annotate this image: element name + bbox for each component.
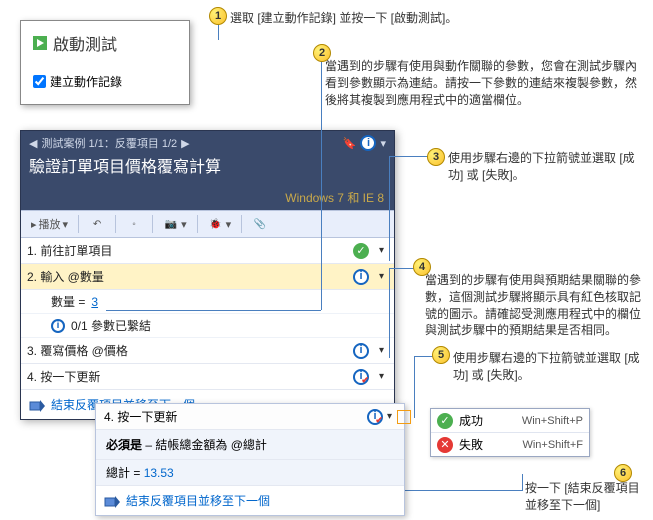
step-row-4[interactable]: 4. 按一下更新 i✔ ▾: [21, 364, 394, 390]
pass-menu-item[interactable]: ✓ 成功 Win+Shift+P: [431, 409, 589, 432]
detail-expected: 必須是 – 結帳總金額為 @總計: [96, 430, 404, 460]
expected-text: – 結帳總金額為 @總計: [142, 438, 267, 452]
dropdown-highlight: [397, 410, 411, 424]
chevron-down-icon: ▾: [226, 218, 232, 231]
reset-button[interactable]: ↶: [85, 214, 109, 234]
passfail-menu: ✓ 成功 Win+Shift+P ✕ 失敗 Win+Shift+F: [430, 408, 590, 457]
detail-title: 4. 按一下更新: [104, 408, 367, 425]
step-1-dropdown[interactable]: ▾: [375, 245, 388, 256]
detail-total-row: 總計 = 13.53: [96, 460, 404, 486]
start-test-popup: 啟動測試 建立動作記錄: [20, 20, 190, 105]
create-action-record-input[interactable]: [33, 75, 46, 88]
play-icon: ▸: [31, 218, 37, 231]
pass-shortcut: Win+Shift+P: [522, 415, 583, 427]
callout-5-badge: 5: [432, 346, 450, 364]
detail-dropdown[interactable]: ▾: [383, 411, 396, 422]
callout-3-text: 使用步驟右邊的下拉箭號並選取 [成功] 或 [失敗]。: [448, 150, 638, 184]
step-row-1[interactable]: 1. 前往訂單項目 ✓ ▾: [21, 238, 394, 264]
pause-button[interactable]: ◦: [122, 214, 146, 234]
callout-3-badge: 3: [427, 148, 445, 166]
fail-menu-item[interactable]: ✕ 失敗 Win+Shift+F: [431, 432, 589, 456]
play-label: 播放: [39, 216, 61, 232]
page-title: 驗證訂單項目價格覆寫計算: [29, 153, 386, 177]
undo-icon: ↶: [89, 216, 105, 232]
total-label: 總計 =: [106, 466, 144, 480]
create-action-record-label: 建立動作記錄: [50, 73, 122, 90]
step-row-2[interactable]: 2. 輸入 @數量 i ▾: [21, 264, 394, 290]
fail-label: 失敗: [459, 436, 483, 453]
create-action-record-checkbox[interactable]: 建立動作記錄: [33, 73, 177, 90]
param-label: 數量 =: [51, 293, 85, 310]
pause-icon: ◦: [126, 216, 142, 232]
step-list: 1. 前往訂單項目 ✓ ▾ 2. 輸入 @數量 i ▾ 數量 = 3 i 0/1…: [21, 238, 394, 419]
toolbar: ▸ 播放 ▾ ↶ ◦ 📷▾ 🐞▾ 📎: [21, 210, 394, 238]
step-4-text: 4. 按一下更新: [27, 368, 347, 385]
step-1-text: 1. 前往訂單項目: [27, 242, 347, 259]
callout-1-badge: 1: [209, 7, 227, 25]
step-3-dropdown[interactable]: ▾: [375, 345, 388, 356]
paperclip-icon: 📎: [252, 216, 268, 232]
start-test-label: 啟動測試: [53, 31, 117, 55]
info-icon[interactable]: i: [360, 135, 376, 151]
info-icon: i: [51, 319, 65, 333]
bookmark-icon[interactable]: 🔖: [343, 137, 357, 150]
callout-6-badge: 6: [614, 464, 632, 482]
breadcrumb: 測試案例 1/1：反覆項目 1/2: [41, 135, 177, 151]
camera-button[interactable]: 📷▾: [159, 214, 191, 234]
step-2-dropdown[interactable]: ▾: [375, 271, 388, 282]
pass-label: 成功: [459, 412, 483, 429]
step-4-dropdown[interactable]: ▾: [375, 371, 388, 382]
param-bound-count: 0/1 參數已繫結: [71, 317, 151, 334]
callout-5-text: 使用步驟右邊的下拉箭號並選取 [成功] 或 [失敗]。: [453, 350, 643, 384]
next-iter-icon: [29, 398, 45, 412]
step-4-detail-panel: 4. 按一下更新 i✔ ▾ 必須是 – 結帳總金額為 @總計 總計 = 13.5…: [95, 403, 405, 516]
callout-2-text: 當遇到的步驟有使用與動作關聯的參數，您會在測試步驟內看到參數顯示為連結。請按一下…: [325, 58, 640, 108]
next-iter-icon: [104, 494, 120, 508]
bug-button[interactable]: 🐞▾: [204, 214, 236, 234]
step-row-3[interactable]: 3. 覆寫價格 @價格 i ▾: [21, 338, 394, 364]
pass-icon[interactable]: ✓: [353, 243, 369, 259]
detail-end-iteration-link[interactable]: 結束反覆項目並移至下一個: [96, 486, 404, 515]
attach-button[interactable]: 📎: [248, 214, 272, 234]
step-2-text: 2. 輸入 @數量: [27, 268, 347, 285]
expected-check-icon[interactable]: i✔: [367, 409, 383, 425]
panel-header: ◀ 測試案例 1/1：反覆項目 1/2 ▶ 🔖 i ▾ 驗證訂單項目價格覆寫計算: [21, 131, 394, 185]
active-icon[interactable]: i: [353, 269, 369, 285]
fail-shortcut: Win+Shift+F: [522, 439, 583, 451]
expected-check-icon[interactable]: i✔: [353, 369, 369, 385]
detail-end-iteration-label: 結束反覆項目並移至下一個: [126, 492, 270, 509]
chevron-down-icon[interactable]: ▾: [380, 137, 386, 150]
must-label: 必須是: [106, 438, 142, 452]
play-start-icon: [33, 36, 47, 50]
step-2-binding: i 0/1 參數已繫結: [21, 314, 394, 338]
callout-1-text: 選取 [建立動作記錄] 並按一下 [啟動測試]。: [230, 10, 530, 27]
camera-icon: 📷: [163, 216, 179, 232]
pass-icon: ✓: [437, 413, 453, 429]
step-3-text: 3. 覆寫價格 @價格: [27, 342, 347, 359]
active-icon[interactable]: i: [353, 343, 369, 359]
bug-icon: 🐞: [208, 216, 224, 232]
environment-label: Windows 7 和 IE 8: [21, 185, 394, 210]
callout-2-badge: 2: [313, 44, 331, 62]
callout-6-text: 按一下 [結束反覆項目並移至下一個]: [525, 480, 650, 514]
test-runner-panel: ◀ 測試案例 1/1：反覆項目 1/2 ▶ 🔖 i ▾ 驗證訂單項目價格覆寫計算…: [20, 130, 395, 420]
callout-4-badge: 4: [413, 258, 431, 276]
chevron-down-icon: ▾: [181, 218, 187, 231]
chevron-down-icon: ▾: [63, 218, 69, 231]
fail-icon: ✕: [437, 437, 453, 453]
nav-next-icon[interactable]: ▶: [181, 137, 189, 150]
callout-4-text: 當遇到的步驟有使用與預期結果關聯的參數，這個測試步驟將顯示具有紅色核取記號的圖示…: [425, 272, 645, 339]
nav-prev-icon[interactable]: ◀: [29, 137, 37, 150]
param-link[interactable]: 3: [91, 295, 98, 309]
play-button[interactable]: ▸ 播放 ▾: [27, 214, 72, 234]
total-value: 13.53: [144, 466, 174, 480]
start-test-title: 啟動測試: [33, 31, 177, 55]
